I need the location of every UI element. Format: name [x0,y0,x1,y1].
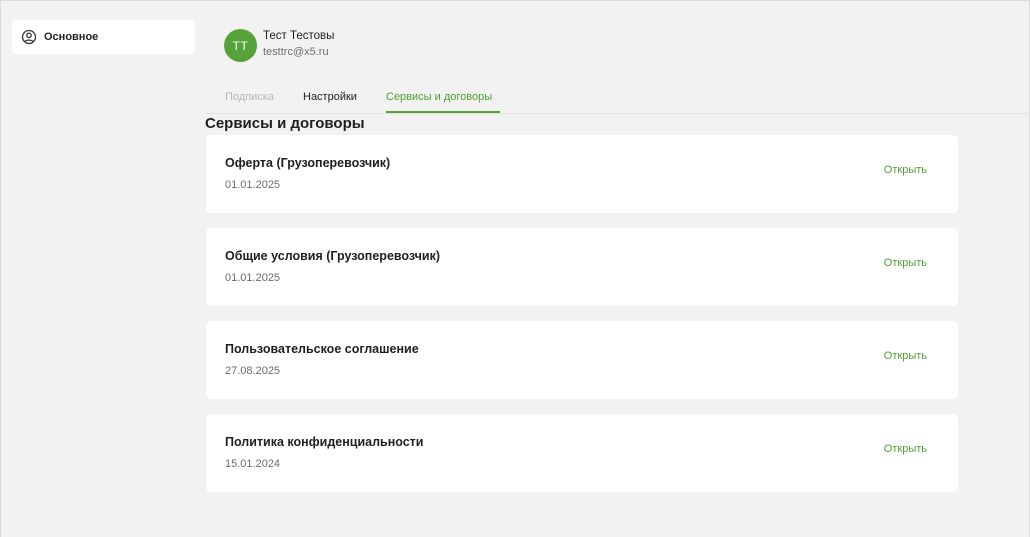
open-document-button[interactable]: Открыть [884,257,927,269]
document-card: Пользовательское соглашение 27.08.2025 О… [206,321,958,399]
sidebar-item-main[interactable]: Основное [12,20,195,54]
user-email: testtrc@x5.ru [263,46,329,58]
page-title: Сервисы и договоры [205,115,365,132]
avatar: ТТ [224,29,257,62]
open-document-button[interactable]: Открыть [884,164,927,176]
document-date: 01.01.2025 [225,179,281,191]
open-document-button[interactable]: Открыть [884,350,927,362]
open-document-button[interactable]: Открыть [884,443,927,455]
user-circle-icon [21,29,37,45]
tabs-divider [205,113,1028,114]
document-title: Оферта (Грузоперевозчик) [225,156,391,170]
document-card: Политика конфиденциальности 15.01.2024 О… [206,414,958,492]
window-border-left [0,0,1,537]
tab-services-and-contracts[interactable]: Сервисы и договоры [386,91,492,103]
document-card: Оферта (Грузоперевозчик) 01.01.2025 Откр… [206,135,958,213]
document-date: 15.01.2024 [225,458,281,470]
document-title: Политика конфиденциальности [225,435,424,449]
tab-settings[interactable]: Настройки [303,91,357,103]
sidebar-item-label: Основное [44,31,99,43]
document-card: Общие условия (Грузоперевозчик) 01.01.20… [206,228,958,306]
document-date: 01.01.2025 [225,272,281,284]
document-title: Общие условия (Грузоперевозчик) [225,249,440,263]
active-tab-indicator [386,111,500,113]
tab-subscription[interactable]: Подписка [225,91,274,103]
window-border-top [0,0,1030,1]
document-title: Пользовательское соглашение [225,342,419,356]
user-name: Тест Тестовы [263,30,335,42]
document-date: 27.08.2025 [225,365,281,377]
